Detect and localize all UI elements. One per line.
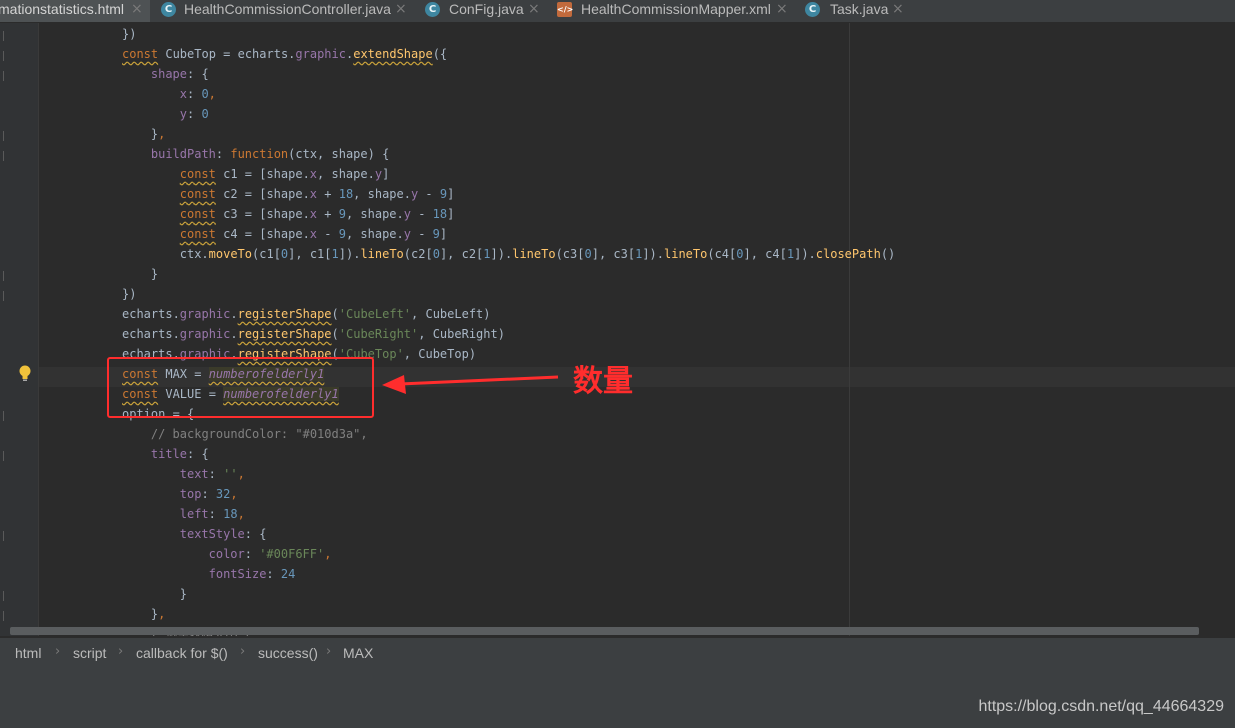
code-line[interactable]: textStyle: { [180, 524, 267, 544]
chevron-right-icon: › [326, 644, 332, 659]
fold-marker[interactable] [3, 411, 10, 421]
code-line[interactable]: echarts.graphic.registerShape('CubeLeft'… [122, 304, 491, 324]
code-line[interactable]: const c1 = [shape.x, shape.y] [180, 164, 390, 184]
close-icon[interactable]: × [395, 0, 407, 19]
code-line[interactable]: // backgroundColor: "#010d3a", [151, 424, 368, 444]
breadcrumb-item[interactable]: callback for $() [136, 645, 228, 661]
code-line[interactable]: }) [122, 24, 136, 44]
breadcrumb-item[interactable]: script [73, 645, 106, 661]
editor-gutter[interactable] [0, 23, 39, 636]
code-line[interactable]: left: 18, [180, 504, 245, 524]
close-icon[interactable]: × [776, 0, 788, 19]
code-line[interactable]: shape: { [151, 64, 209, 84]
breadcrumb-item[interactable]: success() [258, 645, 318, 661]
editor-tab-bar: mationstatistics.html × C HealthCommissi… [0, 0, 1235, 23]
breadcrumb-item[interactable]: html [15, 645, 41, 661]
code-line[interactable]: } [151, 264, 158, 284]
code-line[interactable]: } [180, 584, 187, 604]
chevron-right-icon: › [55, 644, 61, 659]
code-line[interactable]: top: 32, [180, 484, 238, 504]
tab-healthcommissioncontroller-java[interactable]: C HealthCommissionController.java × [156, 0, 413, 22]
watermark-text: https://blog.csdn.net/qq_44664329 [978, 698, 1224, 715]
fold-marker[interactable] [3, 131, 10, 141]
code-line[interactable]: const c4 = [shape.x - 9, shape.y - 9] [180, 224, 447, 244]
code-line[interactable]: text: '', [180, 464, 245, 484]
tab-label: HealthCommissionController.java [184, 1, 391, 17]
code-line[interactable]: x: 0, [180, 84, 216, 104]
java-class-icon: C [425, 2, 440, 17]
fold-marker[interactable] [3, 591, 10, 601]
annotation-arrow-icon [382, 375, 559, 394]
tab-task-java[interactable]: C Task.java × [800, 0, 910, 22]
fold-marker[interactable] [3, 71, 10, 81]
chevron-right-icon: › [118, 644, 124, 659]
xml-file-icon: </> [557, 2, 573, 17]
tab-label: HealthCommissionMapper.xml [581, 1, 771, 17]
code-line[interactable]: const CubeTop = echarts.graphic.extendSh… [122, 44, 447, 64]
fold-marker[interactable] [3, 151, 10, 161]
horizontal-scrollbar[interactable] [10, 627, 1199, 635]
code-line[interactable]: }, [151, 604, 165, 624]
close-icon[interactable]: × [528, 0, 540, 19]
annotation-highlight-box [107, 357, 374, 418]
code-line[interactable]: ctx.moveTo(c1[0], c1[1]).lineTo(c2[0], c… [180, 244, 896, 264]
java-class-icon: C [161, 2, 176, 17]
code-line[interactable]: const c2 = [shape.x + 18, shape.y - 9] [180, 184, 455, 204]
tab-label: Task.java [830, 1, 889, 17]
code-line[interactable]: buildPath: function(ctx, shape) { [151, 144, 389, 164]
fold-marker[interactable] [3, 51, 10, 61]
code-editor[interactable]: }) const CubeTop = echarts.graphic.extend… [0, 23, 1235, 636]
code-line[interactable]: fontSize: 24 [209, 564, 296, 584]
tab-config-java[interactable]: C ConFig.java × [420, 0, 545, 22]
fold-marker[interactable] [3, 611, 10, 621]
lightbulb-icon[interactable] [18, 365, 32, 381]
tab-healthcommissionmapper-xml[interactable]: </> HealthCommissionMapper.xml × [552, 0, 792, 22]
fold-marker[interactable] [3, 31, 10, 41]
fold-marker[interactable] [3, 271, 10, 281]
code-line[interactable]: const c3 = [shape.x + 9, shape.y - 18] [180, 204, 455, 224]
tab-mationstatistics-html[interactable]: mationstatistics.html × [0, 0, 150, 22]
code-line[interactable]: title: { [151, 444, 209, 464]
code-line[interactable]: y: 0 [180, 104, 209, 124]
tab-label: ConFig.java [449, 1, 524, 17]
fold-marker[interactable] [3, 291, 10, 301]
fold-marker[interactable] [3, 451, 10, 461]
close-icon[interactable]: × [892, 0, 904, 19]
chevron-right-icon: › [240, 644, 246, 659]
fold-marker[interactable] [3, 531, 10, 541]
code-line[interactable]: }, [151, 124, 165, 144]
annotation-label: 数量 [573, 364, 633, 399]
close-icon[interactable]: × [131, 0, 143, 19]
breadcrumb-item[interactable]: MAX [343, 645, 373, 661]
code-line[interactable]: color: '#00F6FF', [209, 544, 332, 564]
breadcrumb: html › script › callback for $() › succe… [0, 637, 1235, 670]
java-class-icon: C [805, 2, 820, 17]
tab-label: mationstatistics.html [0, 1, 125, 17]
right-margin-guide [849, 23, 850, 636]
code-line[interactable]: }) [122, 284, 136, 304]
code-line[interactable]: echarts.graphic.registerShape('CubeRight… [122, 324, 505, 344]
